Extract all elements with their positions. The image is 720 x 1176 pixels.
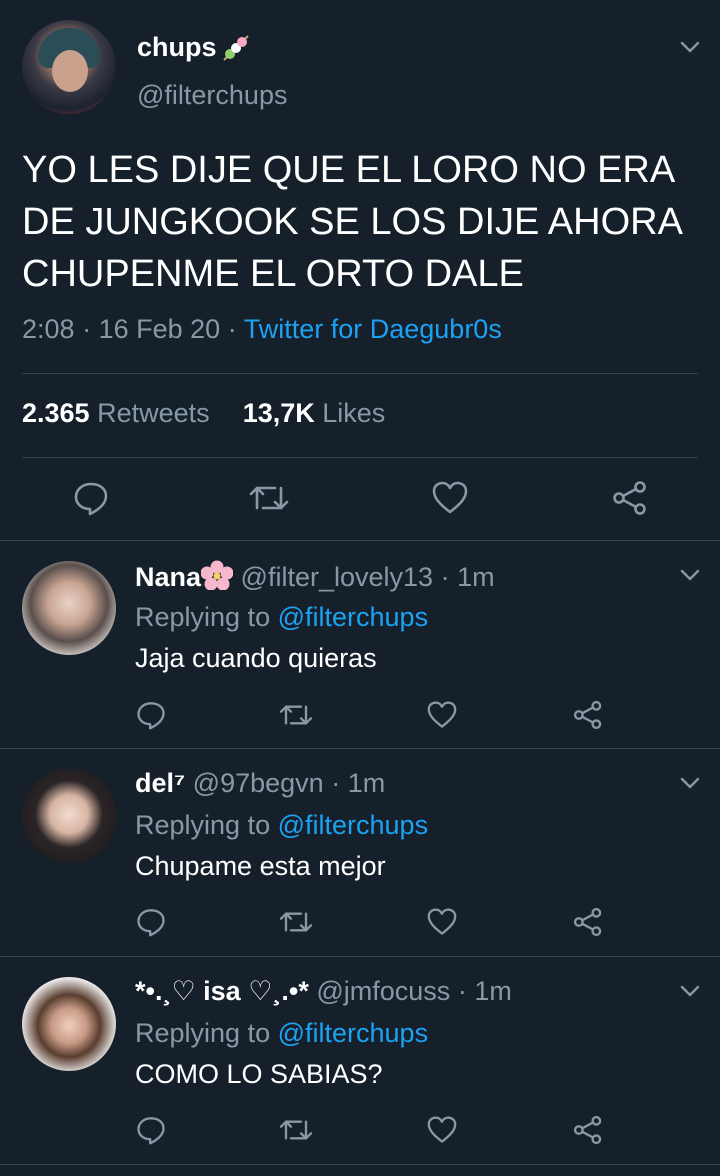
reply-button[interactable] [129, 1108, 173, 1152]
tweet-date: 16 Feb 20 [98, 314, 221, 344]
replying-to: Replying to @filterchups [135, 1018, 429, 1048]
heart-icon [432, 481, 468, 514]
reply-author-name[interactable]: del⁷ [135, 768, 185, 798]
like-button[interactable] [420, 1108, 464, 1152]
reply-avatar[interactable] [22, 977, 116, 1071]
retweet-button[interactable] [274, 693, 318, 737]
reply-button[interactable] [129, 693, 173, 737]
heart-icon [427, 1116, 457, 1143]
tweet-meta: 2:08 · 16 Feb 20 · Twitter for Daegubr0s [22, 314, 502, 344]
retweet-button[interactable] [247, 476, 291, 520]
comment-icon [137, 702, 165, 730]
retweet-button[interactable] [274, 900, 318, 944]
tweet-text: YO LES DIJE QUE EL LORO NO ERA DE JUNGKO… [22, 149, 681, 295]
share-icon [573, 907, 602, 937]
retweet-icon [279, 705, 313, 725]
reply-time: 1m [474, 976, 512, 1006]
tweet-source-link[interactable]: Twitter for Daegubr0s [244, 314, 502, 344]
comment-icon [137, 1117, 165, 1145]
share-icon [573, 1115, 602, 1145]
heart-icon [427, 701, 457, 728]
share-button[interactable] [566, 1108, 610, 1152]
reply-time: 1m [347, 768, 386, 798]
reply-text: COMO LO SABIAS? [135, 1059, 383, 1089]
retweets-stat[interactable]: 2.365 Retweets [22, 398, 210, 428]
reply-text: Jaja cuando quieras [135, 643, 377, 673]
retweet-button[interactable] [274, 1108, 318, 1152]
heart-icon [427, 908, 457, 935]
cherry-blossom-icon [201, 560, 234, 590]
like-button[interactable] [428, 476, 472, 520]
share-button[interactable] [566, 900, 610, 944]
divider [0, 540, 720, 541]
reply-author-name[interactable]: Nana [135, 562, 201, 592]
share-icon [573, 700, 602, 730]
replying-to-link[interactable]: @filterchups [278, 602, 428, 632]
chevron-down-icon[interactable] [679, 980, 701, 1002]
replying-to-link[interactable]: @filterchups [278, 1018, 428, 1048]
replying-to: Replying to @filterchups [135, 602, 429, 632]
author-name[interactable]: chups [137, 32, 251, 63]
share-button[interactable] [608, 476, 652, 520]
reply-handle[interactable]: @97begvn [193, 768, 324, 798]
reply-button[interactable] [69, 476, 113, 520]
replying-to: Replying to @filterchups [135, 810, 429, 840]
author-avatar[interactable] [22, 20, 116, 114]
comment-icon [74, 482, 108, 516]
reply-time: 1m [457, 562, 495, 592]
chevron-down-icon[interactable] [679, 772, 701, 794]
likes-stat[interactable]: 13,7K Likes [243, 398, 386, 428]
chevron-down-icon[interactable] [679, 564, 701, 586]
divider [22, 457, 698, 458]
like-button[interactable] [420, 900, 464, 944]
reply-avatar[interactable] [22, 561, 116, 655]
author-handle[interactable]: @filterchups [137, 80, 287, 111]
chevron-down-icon[interactable] [679, 36, 701, 58]
reply-header: del⁷ @97begvn · 1m [135, 768, 386, 798]
divider [0, 748, 720, 749]
share-icon [613, 481, 646, 515]
reply-button[interactable] [129, 900, 173, 944]
reply-avatar[interactable] [22, 769, 116, 863]
retweet-icon [279, 912, 313, 932]
replying-to-link[interactable]: @filterchups [278, 810, 428, 840]
reply-author-name[interactable]: *•.¸♡ isa ♡¸.•* [135, 976, 309, 1006]
like-button[interactable] [420, 693, 464, 737]
comment-icon [137, 909, 165, 937]
divider [22, 373, 698, 374]
tweet-stats: 2.365 Retweets 13,7K Likes [22, 398, 385, 429]
reply-handle[interactable]: @jmfocuss [316, 976, 450, 1006]
tweet-time: 2:08 [22, 314, 75, 344]
divider [0, 1164, 720, 1165]
retweet-icon [249, 486, 289, 510]
reply-header: Nana @filter_lovely13 · 1m [135, 560, 495, 592]
dango-icon [222, 34, 249, 61]
divider [0, 956, 720, 957]
retweet-icon [279, 1120, 313, 1140]
reply-text: Chupame esta mejor [135, 851, 386, 881]
share-button[interactable] [566, 693, 610, 737]
reply-handle[interactable]: @filter_lovely13 [241, 562, 434, 592]
reply-header: *•.¸♡ isa ♡¸.•* @jmfocuss · 1m [135, 976, 512, 1006]
